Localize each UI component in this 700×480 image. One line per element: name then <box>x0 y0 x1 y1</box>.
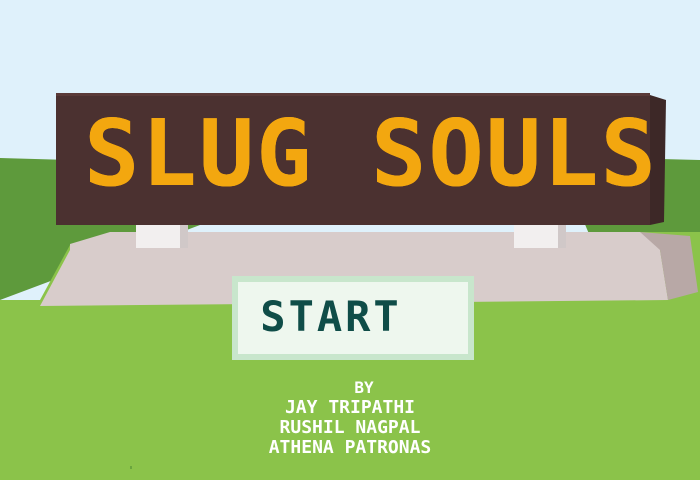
grass-tuft <box>130 466 132 469</box>
credits: BY JAY TRIPATHI RUSHIL NAGPAL ATHENA PAT… <box>200 378 500 458</box>
start-button-face[interactable]: START <box>238 282 468 354</box>
game-title: SLUG SOULS <box>84 100 658 207</box>
sign-post-right <box>514 222 558 248</box>
credits-author: RUSHIL NAGPAL <box>279 417 421 438</box>
start-button[interactable]: START <box>232 276 474 360</box>
start-button-label: START <box>260 291 402 341</box>
sign-post-right-side <box>558 222 566 248</box>
credits-author: ATHENA PATRONAS <box>268 437 432 458</box>
sign-post-left-side <box>180 222 188 248</box>
sign-board-top <box>56 93 650 96</box>
credits-by: BY <box>354 378 374 397</box>
sign-post-left <box>136 222 180 248</box>
credits-author: JAY TRIPATHI <box>284 397 416 418</box>
